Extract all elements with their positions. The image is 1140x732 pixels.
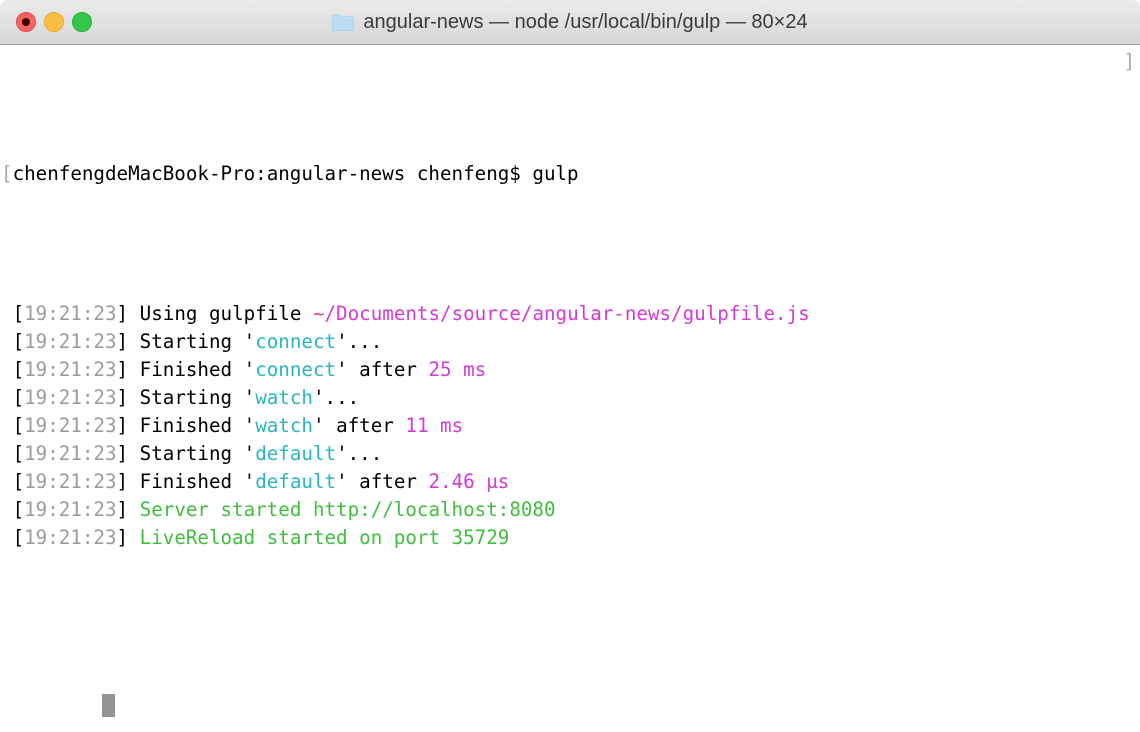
terminal-log-line: [19:21:23] Using gulpfile ~/Documents/so…	[0, 300, 1140, 328]
terminal-log-line: [19:21:23] Server started http://localho…	[0, 496, 1140, 524]
shell-command: gulp	[532, 162, 579, 185]
terminal-body[interactable]: [chenfengdeMacBook-Pro:angular-news chen…	[0, 45, 1140, 732]
timestamp-bracket-close: ]	[116, 302, 129, 325]
zoom-button[interactable]	[72, 12, 92, 32]
timestamp-bracket-close: ]	[116, 386, 129, 409]
log-segment: ' after	[312, 414, 406, 437]
log-segment: Finished	[128, 470, 244, 493]
timestamp-bracket-open: [	[12, 386, 25, 409]
timestamp-bracket-close: ]	[116, 358, 129, 381]
log-segment: watch	[255, 386, 313, 409]
minimize-button[interactable]	[44, 12, 64, 32]
terminal-prompt-line: [chenfengdeMacBook-Pro:angular-news chen…	[0, 160, 1140, 188]
timestamp-bracket-open: [	[12, 498, 25, 521]
window-titlebar[interactable]: angular-news — node /usr/local/bin/gulp …	[0, 0, 1140, 45]
terminal-log-line: [19:21:23] Starting 'default'...	[0, 440, 1140, 468]
log-segment: watch	[255, 414, 313, 437]
log-segment: 2.46 µs	[428, 470, 510, 493]
cursor-line	[0, 664, 1140, 717]
terminal-log-line: [19:21:23] Finished 'watch' after 11 ms	[0, 412, 1140, 440]
log-segment: default	[255, 470, 337, 493]
close-button[interactable]	[16, 12, 36, 32]
log-timestamp: 19:21:23	[24, 302, 117, 325]
timestamp-bracket-close: ]	[116, 330, 129, 353]
timestamp-bracket-open: [	[12, 414, 25, 437]
folder-icon	[332, 14, 355, 31]
timestamp-bracket-open: [	[12, 330, 25, 353]
terminal-log-line: [19:21:23] Finished 'connect' after 25 m…	[0, 356, 1140, 384]
log-segment: ' after	[336, 470, 429, 493]
log-timestamp: 19:21:23	[24, 526, 117, 549]
log-indent	[1, 498, 13, 521]
log-segment: ' after	[336, 358, 429, 381]
terminal-log: [19:21:23] Using gulpfile ~/Documents/so…	[0, 300, 1140, 552]
log-indent	[1, 414, 13, 437]
log-segment: 11 ms	[405, 414, 464, 437]
log-indent	[1, 302, 13, 325]
log-segment: Starting	[128, 330, 244, 353]
timestamp-bracket-close: ]	[116, 526, 129, 549]
log-segment: Server started http://localhost:8080	[128, 498, 556, 521]
terminal-log-line: [19:21:23] Finished 'default' after 2.46…	[0, 468, 1140, 496]
log-timestamp: 19:21:23	[24, 470, 117, 493]
log-indent	[1, 526, 13, 549]
terminal-screen: [chenfengdeMacBook-Pro:angular-news chen…	[0, 48, 1140, 732]
log-segment: Using gulpfile	[128, 302, 313, 325]
terminal-log-line: [19:21:23] Starting 'connect'...	[0, 328, 1140, 356]
log-segment: Finished	[128, 414, 244, 437]
log-timestamp: 19:21:23	[24, 386, 117, 409]
log-timestamp: 19:21:23	[24, 330, 117, 353]
log-segment: '...	[336, 442, 383, 465]
shell-prompt: chenfengdeMacBook-Pro:angular-news chenf…	[12, 162, 533, 185]
edge-marker-left: [	[1, 162, 13, 185]
terminal-log-line: [19:21:23] LiveReload started on port 35…	[0, 524, 1140, 552]
window-title-group: angular-news — node /usr/local/bin/gulp …	[332, 10, 808, 34]
log-segment: '	[243, 358, 256, 381]
log-segment: default	[255, 442, 337, 465]
log-segment: 25 ms	[428, 358, 487, 381]
log-segment: LiveReload started on port 35729	[128, 526, 510, 549]
terminal-log-line: [19:21:23] Starting 'watch'...	[0, 384, 1140, 412]
log-segment: '...	[312, 386, 360, 409]
timestamp-bracket-open: [	[12, 470, 25, 493]
log-indent	[1, 330, 13, 353]
log-segment: Finished	[128, 358, 244, 381]
log-segment: '	[243, 330, 256, 353]
log-segment: ~/Documents/source/angular-news/gulpfile…	[312, 302, 810, 325]
timestamp-bracket-open: [	[12, 358, 25, 381]
log-segment: '	[243, 442, 256, 465]
log-indent	[1, 442, 13, 465]
timestamp-bracket-close: ]	[116, 470, 129, 493]
timestamp-bracket-open: [	[12, 526, 25, 549]
log-segment: Starting	[128, 442, 244, 465]
window-controls	[16, 0, 92, 44]
log-segment: '	[243, 386, 256, 409]
text-cursor	[102, 694, 116, 717]
log-segment: Starting	[128, 386, 244, 409]
log-segment: connect	[255, 330, 337, 353]
log-segment: '	[243, 470, 256, 493]
edge-marker-right: ]	[1123, 50, 1135, 73]
log-indent	[1, 358, 13, 381]
timestamp-bracket-open: [	[12, 302, 25, 325]
log-segment: connect	[255, 358, 337, 381]
log-indent	[1, 386, 13, 409]
timestamp-bracket-close: ]	[116, 414, 129, 437]
log-timestamp: 19:21:23	[24, 414, 117, 437]
timestamp-bracket-open: [	[12, 442, 25, 465]
log-timestamp: 19:21:23	[24, 498, 117, 521]
log-indent	[1, 470, 13, 493]
terminal-window: angular-news — node /usr/local/bin/gulp …	[0, 0, 1140, 732]
log-segment: '	[243, 414, 256, 437]
log-segment: '...	[336, 330, 383, 353]
timestamp-bracket-close: ]	[116, 442, 129, 465]
log-timestamp: 19:21:23	[24, 442, 117, 465]
timestamp-bracket-close: ]	[116, 498, 129, 521]
window-title: angular-news — node /usr/local/bin/gulp …	[363, 10, 808, 33]
log-timestamp: 19:21:23	[24, 358, 117, 381]
